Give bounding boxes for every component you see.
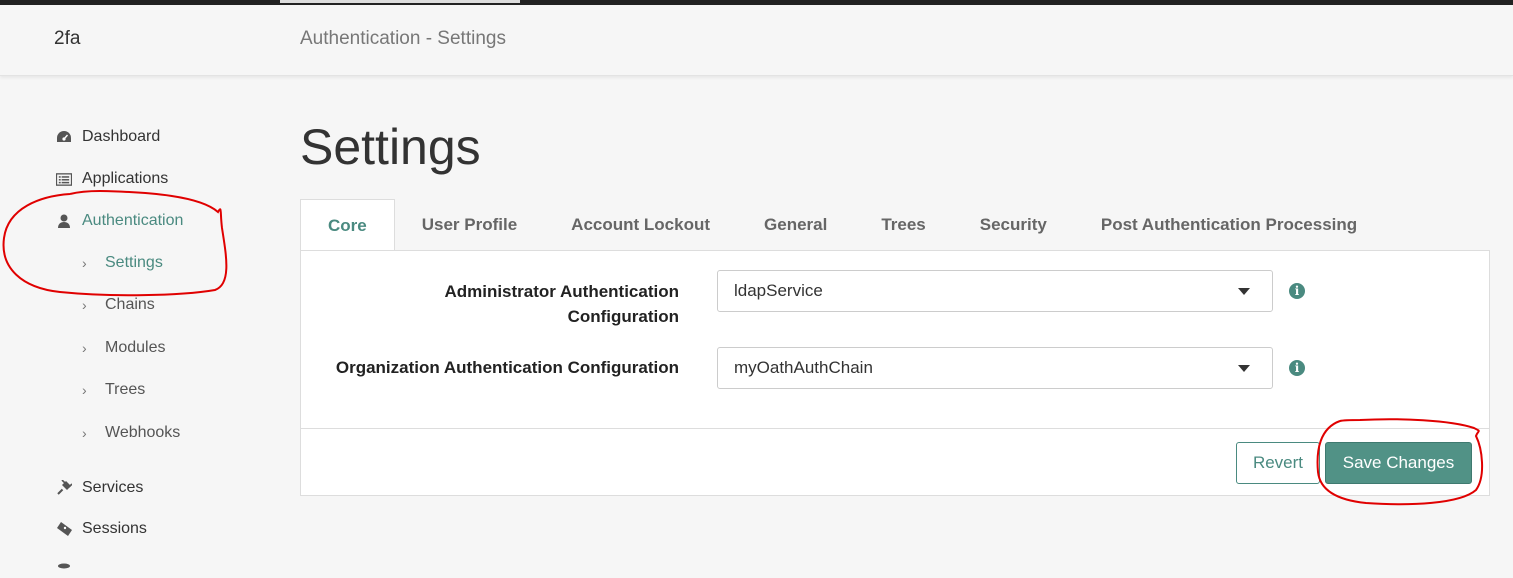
sidebar-item-label: Sessions <box>82 520 147 537</box>
chevron-right-icon: › <box>82 255 87 271</box>
chevron-right-icon: › <box>82 297 87 313</box>
sidebar-subitem-settings[interactable]: › Settings <box>82 254 163 272</box>
sidebar-item-sessions[interactable]: Sessions <box>56 520 147 538</box>
plug-icon <box>56 480 72 496</box>
tab-bar: Core User Profile Account Lockout Genera… <box>300 199 1384 251</box>
dashboard-icon <box>56 129 72 145</box>
sidebar-item-label: Authentication <box>82 212 184 229</box>
tab-account-lockout[interactable]: Account Lockout <box>544 199 737 251</box>
tab-trees[interactable]: Trees <box>854 199 952 251</box>
chevron-right-icon: › <box>82 382 87 398</box>
admin-auth-config-label: Administrator Authentication Configurati… <box>444 282 679 326</box>
sidebar-subitem-modules[interactable]: › Modules <box>82 339 165 357</box>
sidebar-subitem-label: Chains <box>105 296 155 313</box>
caret-down-icon <box>1238 365 1250 372</box>
org-auth-config-select[interactable]: myOathAuthChain <box>717 347 1273 389</box>
panel-footer: Revert Save Changes <box>301 428 1489 497</box>
tab-user-profile[interactable]: User Profile <box>395 199 544 251</box>
sidebar: Dashboard Applications Authentication › … <box>0 76 280 569</box>
sidebar-item-partial[interactable] <box>56 562 82 578</box>
sidebar-subitem-webhooks[interactable]: › Webhooks <box>82 424 180 442</box>
admin-auth-config-select[interactable]: ldapService <box>717 270 1273 312</box>
user-icon <box>56 213 72 229</box>
org-auth-config-label: Organization Authentication Configuratio… <box>335 358 679 377</box>
caret-down-icon <box>1238 288 1250 295</box>
ticket-icon <box>56 521 72 537</box>
sidebar-subitem-trees[interactable]: › Trees <box>82 381 145 399</box>
settings-panel: Administrator Authentication Configurati… <box>300 250 1490 496</box>
sidebar-item-dashboard[interactable]: Dashboard <box>56 128 160 146</box>
save-changes-button[interactable]: Save Changes <box>1325 442 1472 484</box>
tab-general[interactable]: General <box>737 199 854 251</box>
applications-icon <box>56 171 72 187</box>
org-auth-config-value: myOathAuthChain <box>734 358 873 377</box>
chevron-right-icon: › <box>82 425 87 441</box>
revert-button[interactable]: Revert <box>1236 442 1320 484</box>
chevron-right-icon: › <box>82 340 87 356</box>
sidebar-subitem-label: Modules <box>105 339 166 356</box>
tab-security[interactable]: Security <box>953 199 1074 251</box>
sidebar-item-label: Applications <box>82 170 169 187</box>
tab-post-authentication-processing[interactable]: Post Authentication Processing <box>1074 199 1384 251</box>
header-bar: 2fa Authentication - Settings <box>0 5 1513 76</box>
sidebar-subitem-label: Trees <box>105 381 146 398</box>
sidebar-subitem-label: Webhooks <box>105 424 181 441</box>
breadcrumb: Authentication - Settings <box>300 28 506 49</box>
sidebar-item-services[interactable]: Services <box>56 479 143 497</box>
tab-core[interactable]: Core <box>300 199 395 251</box>
sidebar-item-applications[interactable]: Applications <box>56 170 168 188</box>
realm-name[interactable]: 2fa <box>54 28 80 50</box>
database-icon <box>56 562 72 578</box>
sidebar-subitem-label: Settings <box>105 254 163 271</box>
sidebar-subitem-chains[interactable]: › Chains <box>82 296 155 314</box>
page-title: Settings <box>300 119 481 175</box>
info-icon[interactable]: i <box>1289 360 1305 376</box>
sidebar-item-label: Services <box>82 479 144 496</box>
sidebar-item-authentication[interactable]: Authentication <box>56 212 183 230</box>
sidebar-item-label: Dashboard <box>82 128 161 145</box>
info-icon[interactable]: i <box>1289 283 1305 299</box>
admin-auth-config-value: ldapService <box>734 281 823 300</box>
